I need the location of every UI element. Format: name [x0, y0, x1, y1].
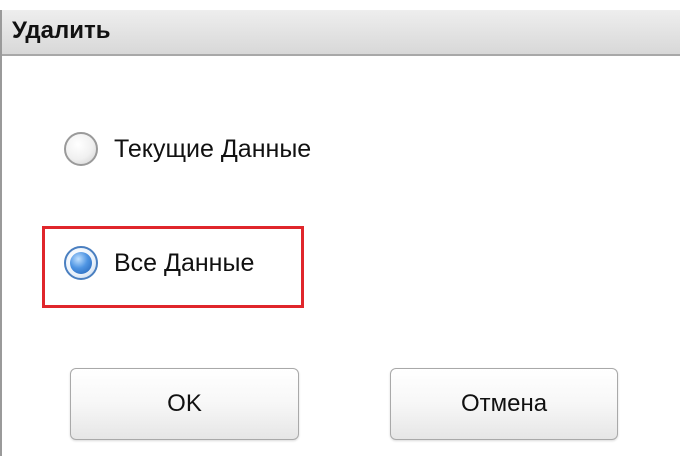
radio-label-all-data: Все Данные	[114, 249, 255, 277]
screenshot-page: Удалить Текущие Данные Все Данные OK Отм…	[0, 0, 680, 456]
radio-selected-dot	[70, 252, 92, 274]
radio-label-current-data: Текущие Данные	[114, 135, 312, 163]
delete-dialog: Удалить Текущие Данные Все Данные OK Отм…	[0, 10, 680, 456]
cancel-button[interactable]: Отмена	[390, 368, 618, 440]
radio-button-all-data[interactable]	[64, 246, 98, 280]
radio-button-current-data[interactable]	[64, 132, 98, 166]
radio-option-all-data[interactable]: Все Данные	[64, 246, 254, 280]
dialog-titlebar: Удалить	[2, 10, 680, 56]
dialog-title: Удалить	[12, 17, 111, 44]
ok-button[interactable]: OK	[70, 368, 299, 440]
radio-option-current-data[interactable]: Текущие Данные	[64, 132, 311, 166]
